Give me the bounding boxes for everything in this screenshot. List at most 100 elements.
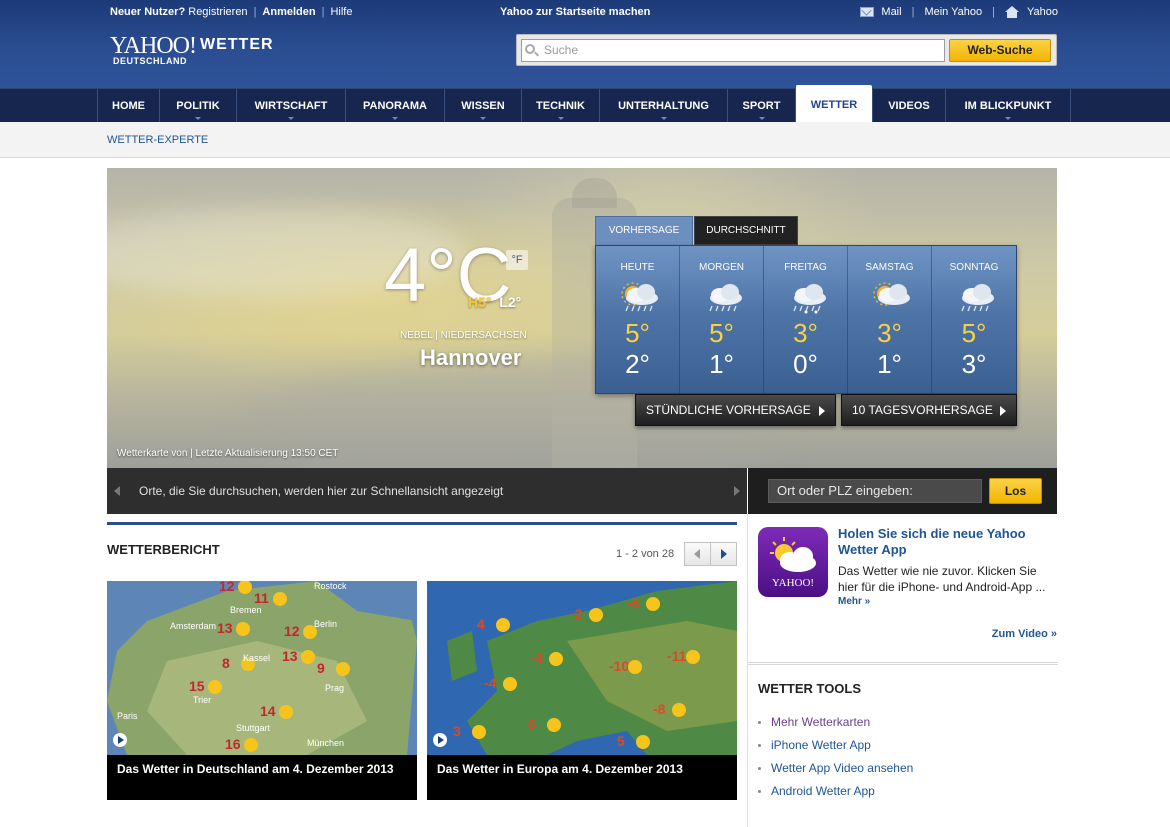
map-temperature: 13 bbox=[217, 620, 233, 636]
forecast-day[interactable]: SAMSTAG 3° 1° bbox=[848, 246, 932, 395]
help-link[interactable]: Hilfe bbox=[330, 6, 352, 18]
subnav-wetter-experte[interactable]: WETTER-EXPERTE bbox=[107, 134, 208, 146]
map-temperature: -2 bbox=[570, 606, 583, 622]
nav-item-videos[interactable]: VIDEOS bbox=[872, 89, 945, 123]
yahoo-wetter-logo[interactable]: YAHOO! WETTER DEUTSCHLAND bbox=[110, 33, 274, 66]
tools-link[interactable]: Wetter App Video ansehen bbox=[758, 761, 913, 784]
sign-in-link[interactable]: Anmelden bbox=[262, 6, 315, 18]
nav-item-sport[interactable]: SPORT bbox=[727, 89, 795, 123]
map-temperature: 11 bbox=[254, 590, 269, 606]
map-temperature: 4 bbox=[477, 616, 485, 632]
web-search-button[interactable]: Web-Suche bbox=[949, 39, 1051, 62]
map-temperature: -10 bbox=[609, 658, 629, 674]
separator: | bbox=[911, 6, 915, 18]
nav-item-politik[interactable]: POLITIK bbox=[159, 89, 236, 123]
map-temperature: 5 bbox=[617, 733, 625, 749]
forecast-day[interactable]: FREITAG 3° 0° bbox=[764, 246, 848, 395]
account-links: Neuer Nutzer? Registrieren | Anmelden | Hilf… bbox=[110, 6, 352, 18]
nav-item-label: SPORT bbox=[742, 100, 781, 112]
nav-item-home[interactable]: HOME bbox=[97, 89, 159, 123]
today-low: L2° bbox=[499, 294, 522, 310]
video-card-europa[interactable]: 4 -2 -6 -4 -10 -11 -4 -8 3 6 5 Das Wetter in Europ… bbox=[427, 581, 737, 800]
forecast-high: 3° bbox=[877, 318, 902, 348]
tools-link[interactable]: iPhone Wetter App bbox=[758, 738, 913, 761]
map-credit: Wetterkarte von | Letzte Aktualisierung … bbox=[117, 448, 339, 459]
map-temperature: -6 bbox=[627, 595, 640, 611]
recent-locations-text: Orte, die Sie durchsuchen, werden hier z… bbox=[139, 484, 504, 498]
separator: | bbox=[253, 6, 257, 18]
mail-link[interactable]: Mail bbox=[881, 6, 901, 18]
chevron-down-icon bbox=[1005, 117, 1011, 120]
nav-item-unterhaltung[interactable]: UNTERHALTUNG bbox=[599, 89, 727, 123]
video-caption: Das Wetter in Deutschland am 4. Dezember… bbox=[117, 762, 394, 776]
logo-country: DEUTSCHLAND bbox=[113, 56, 187, 66]
forecast-day[interactable]: HEUTE 5° 2° bbox=[596, 246, 680, 395]
map-temperature: 12 bbox=[284, 623, 300, 639]
cloud-snow-rain-icon bbox=[784, 280, 830, 314]
recent-locations-bar: Orte, die Sie durchsuchen, werden hier z… bbox=[107, 468, 747, 514]
video-caption: Das Wetter in Europa am 4. Dezember 2013 bbox=[437, 762, 683, 776]
my-yahoo-link[interactable]: Mein Yahoo bbox=[924, 6, 982, 18]
forecast-low: 3° bbox=[961, 349, 987, 379]
pagination-count: 1 - 2 von 28 bbox=[616, 548, 675, 560]
tools-link[interactable]: Mehr Wetterkarten bbox=[758, 715, 913, 738]
tab-vorhersage[interactable]: VORHERSAGE bbox=[595, 216, 693, 245]
location-input[interactable]: Ort oder PLZ eingeben: bbox=[768, 479, 982, 503]
sun-icon bbox=[336, 662, 350, 676]
fahrenheit-toggle[interactable]: °F bbox=[506, 250, 528, 270]
arrow-right-icon[interactable] bbox=[734, 486, 740, 496]
sun-icon bbox=[636, 735, 650, 749]
forecast-day-name: HEUTE bbox=[620, 262, 655, 273]
sub-nav: WETTER-EXPERTE bbox=[0, 122, 1170, 158]
nav-item-im-blickpunkt[interactable]: IM BLICKPUNKT bbox=[945, 89, 1071, 123]
nav-item-technik[interactable]: TECHNIK bbox=[521, 89, 599, 123]
sun-icon bbox=[236, 622, 250, 636]
zum-video-link[interactable]: Zum Video » bbox=[992, 628, 1057, 640]
today-high: H5° bbox=[468, 294, 492, 310]
forecast-high: 5° bbox=[709, 318, 734, 348]
map-city: Rostock bbox=[314, 581, 347, 591]
nav-item-wetter[interactable]: WETTER bbox=[795, 85, 872, 123]
nav-item-wissen[interactable]: WISSEN bbox=[444, 89, 521, 123]
forecast-day[interactable]: MORGEN 5° 1° bbox=[680, 246, 764, 395]
video-card-deutschland[interactable]: 12 11 13 12 8 13 9 15 14 16 Bremen Amsterdam Berlin K… bbox=[107, 581, 417, 800]
arrow-left-icon[interactable] bbox=[114, 486, 120, 496]
hourly-forecast-button[interactable]: STÜNDLICHE VORHERSAGE bbox=[635, 394, 836, 426]
map-temperature: -4 bbox=[530, 650, 543, 666]
nav-item-panorama[interactable]: PANORAMA bbox=[345, 89, 444, 123]
chevron-down-icon bbox=[288, 117, 294, 120]
forecast-day[interactable]: SONNTAG 5° 3° bbox=[932, 246, 1016, 395]
arrow-right-icon bbox=[1000, 406, 1006, 416]
ten-day-forecast-button[interactable]: 10 TAGESVORHERSAGE bbox=[841, 394, 1017, 426]
tab-durchschnitt[interactable]: DURCHSCHNITT bbox=[694, 216, 798, 245]
home-icon bbox=[1005, 6, 1019, 18]
register-link[interactable]: Registrieren bbox=[188, 6, 247, 18]
nav-item-label: WISSEN bbox=[461, 100, 505, 112]
app-more-link[interactable]: Mehr » bbox=[838, 596, 870, 607]
nav-item-label: IM BLICKPUNKT bbox=[964, 100, 1052, 112]
forecast-low: 1° bbox=[709, 349, 734, 379]
next-button[interactable] bbox=[710, 542, 737, 566]
make-homepage-link[interactable]: Yahoo zur Startseite machen bbox=[500, 6, 650, 18]
region-text: NIEDERSACHSEN bbox=[440, 330, 527, 341]
forecast-low: 0° bbox=[793, 349, 818, 379]
tools-link[interactable]: Android Wetter App bbox=[758, 784, 913, 807]
app-promo-title[interactable]: Holen Sie sich die neue Yahoo Wetter App bbox=[838, 526, 1053, 558]
europe-weather-map: 4 -2 -6 -4 -10 -11 -4 -8 3 6 5 bbox=[427, 581, 737, 755]
nav-item-label: WIRTSCHAFT bbox=[254, 100, 328, 112]
previous-button[interactable] bbox=[684, 542, 711, 566]
location-go-button[interactable]: Los bbox=[989, 478, 1042, 504]
section-rule bbox=[107, 522, 737, 525]
map-temperature: 6 bbox=[528, 716, 536, 732]
yahoo-home-link[interactable]: Yahoo bbox=[1027, 6, 1058, 18]
sun-icon bbox=[503, 677, 517, 691]
search-input[interactable]: Suche bbox=[521, 39, 945, 62]
sun-icon bbox=[628, 660, 642, 674]
sun-icon bbox=[646, 597, 660, 611]
map-city: Trier bbox=[193, 695, 211, 705]
sun-icon bbox=[472, 725, 486, 739]
sun-icon bbox=[208, 680, 222, 694]
chevron-down-icon bbox=[195, 117, 201, 120]
nav-item-wirtschaft[interactable]: WIRTSCHAFT bbox=[236, 89, 345, 123]
yahoo-weather-app-icon[interactable]: YAHOO! bbox=[758, 527, 828, 597]
